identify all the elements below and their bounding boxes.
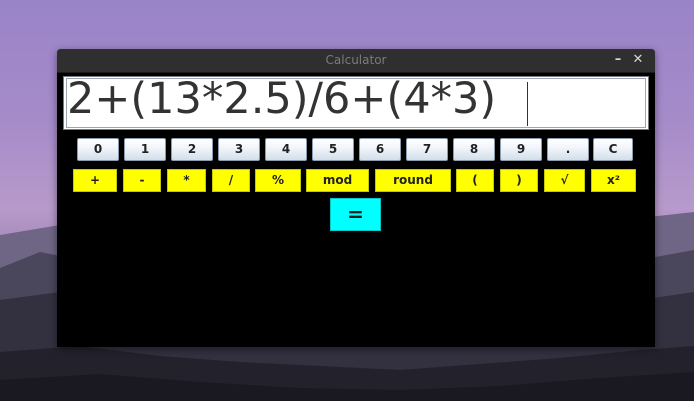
expression-display[interactable]: 2+(13*2.5)/6+(4*3)	[63, 74, 649, 130]
open-paren-button[interactable]: (	[456, 169, 494, 192]
minimize-icon[interactable]: –	[610, 52, 626, 68]
plus-button[interactable]: +	[73, 169, 117, 192]
window-title: Calculator	[325, 53, 387, 67]
digit-7-button[interactable]: 7	[406, 138, 448, 161]
digit-6-button[interactable]: 6	[359, 138, 401, 161]
decimal-point-button[interactable]: .	[547, 138, 589, 161]
window-titlebar[interactable]: Calculator – ✕	[57, 49, 655, 73]
close-paren-button[interactable]: )	[500, 169, 538, 192]
multiply-button[interactable]: *	[167, 169, 206, 192]
digit-8-button[interactable]: 8	[453, 138, 495, 161]
digit-5-button[interactable]: 5	[312, 138, 354, 161]
digit-9-button[interactable]: 9	[500, 138, 542, 161]
close-icon[interactable]: ✕	[630, 52, 646, 68]
digit-1-button[interactable]: 1	[124, 138, 166, 161]
square-root-button[interactable]: √	[544, 169, 585, 192]
minus-button[interactable]: -	[123, 169, 161, 192]
mod-button[interactable]: mod	[306, 169, 369, 192]
round-button[interactable]: round	[375, 169, 451, 192]
digit-0-button[interactable]: 0	[77, 138, 119, 161]
digit-3-button[interactable]: 3	[218, 138, 260, 161]
digit-button-row: 0 1 2 3 4 5 6 7 8 9 . C	[57, 138, 655, 162]
percent-button[interactable]: %	[255, 169, 301, 192]
digit-4-button[interactable]: 4	[265, 138, 307, 161]
digit-2-button[interactable]: 2	[171, 138, 213, 161]
calculator-window: Calculator – ✕ 2+(13*2.5)/6+(4*3) 0 1 2 …	[57, 49, 655, 347]
equals-button[interactable]: =	[330, 198, 381, 231]
operator-button-row: + - * / % mod round ( ) √ x²	[57, 169, 655, 193]
clear-button[interactable]: C	[593, 138, 633, 161]
expression-text: 2+(13*2.5)/6+(4*3)	[67, 74, 497, 124]
divide-button[interactable]: /	[212, 169, 250, 192]
text-caret	[527, 82, 528, 126]
display-field: 2+(13*2.5)/6+(4*3)	[66, 74, 646, 128]
square-button[interactable]: x²	[591, 169, 636, 192]
